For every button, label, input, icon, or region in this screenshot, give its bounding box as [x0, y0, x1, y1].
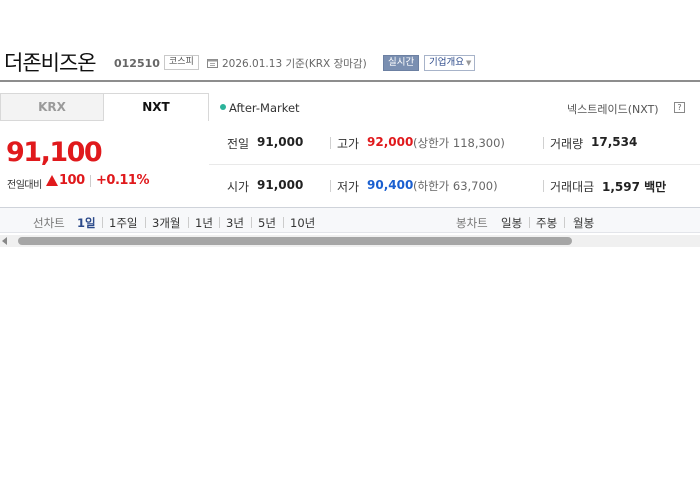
period-1d[interactable]: 1일 — [77, 215, 96, 231]
chevron-down-icon: ▼ — [465, 59, 472, 67]
open-label: 시가 — [227, 180, 250, 194]
stock-code: 012510 — [114, 57, 160, 70]
change-divider — [90, 175, 91, 187]
upper-limit: (상한가 118,300) — [413, 136, 505, 150]
line-chart-label: 선차트 — [33, 216, 65, 230]
tab-nxt[interactable]: NXT — [104, 93, 209, 121]
period-3m[interactable]: 3개월 — [152, 215, 180, 231]
realtime-button[interactable]: 실시간 — [383, 55, 420, 71]
company-overview-label: 기업개요 — [429, 57, 464, 68]
calendar-icon — [207, 59, 218, 68]
tab-krx[interactable]: KRX — [0, 93, 104, 121]
candle-chart-label: 봉차트 — [456, 216, 488, 230]
low-value: 90,400 — [367, 178, 414, 192]
stat-divider — [543, 137, 544, 149]
stat-divider — [543, 180, 544, 192]
period-divider — [529, 217, 530, 228]
candle-monthly[interactable]: 월봉 — [573, 215, 594, 231]
period-divider — [219, 217, 220, 228]
change-label: 전일대비 — [7, 180, 42, 191]
stat-divider — [330, 180, 331, 192]
up-arrow-icon — [46, 175, 58, 186]
prev-close-value: 91,000 — [257, 135, 304, 149]
current-price: 91,100 — [6, 137, 103, 168]
header-divider — [0, 80, 700, 82]
session-label: After-Market — [229, 101, 300, 115]
high-label: 고가 — [337, 137, 360, 151]
volume-value: 17,534 — [591, 135, 638, 149]
venue-label: 넥스트레이드(NXT) — [567, 103, 659, 116]
prev-close-label: 전일 — [227, 137, 250, 151]
period-3y[interactable]: 3년 — [226, 215, 244, 231]
candle-daily[interactable]: 일봉 — [501, 215, 522, 231]
period-divider — [188, 217, 189, 228]
market-badge: 코스피 — [164, 55, 199, 70]
change-amount: 100 — [59, 173, 85, 188]
period-divider — [145, 217, 146, 228]
change-percent: +0.11% — [96, 173, 150, 188]
period-divider — [251, 217, 252, 228]
volume-label: 거래량 — [550, 137, 584, 151]
stats-row-divider — [209, 164, 700, 165]
scroll-left-arrow-icon[interactable] — [2, 237, 7, 245]
session-status-dot — [220, 104, 226, 110]
stat-divider — [330, 137, 331, 149]
base-date: 2026.01.13 기준(KRX 장마감) — [222, 58, 367, 70]
candle-weekly[interactable]: 주봉 — [536, 215, 557, 231]
period-divider — [102, 217, 103, 228]
period-divider — [283, 217, 284, 228]
high-value: 92,000 — [367, 135, 414, 149]
period-1y[interactable]: 1년 — [195, 215, 213, 231]
period-5y[interactable]: 5년 — [258, 215, 276, 231]
stock-name: 더존비즈온 — [4, 51, 97, 75]
period-10y[interactable]: 10년 — [290, 215, 315, 231]
company-overview-button[interactable]: 기업개요 ▼ — [424, 55, 476, 71]
period-divider — [564, 217, 565, 228]
lower-limit: (하한가 63,700) — [413, 179, 498, 193]
scrollbar-thumb[interactable] — [18, 237, 572, 245]
open-value: 91,000 — [257, 178, 304, 192]
period-1w[interactable]: 1주일 — [109, 215, 137, 231]
amount-label: 거래대금 — [550, 180, 595, 194]
chart-period-bar — [0, 207, 700, 233]
help-icon[interactable]: ? — [674, 102, 685, 113]
amount-value: 1,597 백만 — [602, 180, 667, 194]
low-label: 저가 — [337, 180, 360, 194]
